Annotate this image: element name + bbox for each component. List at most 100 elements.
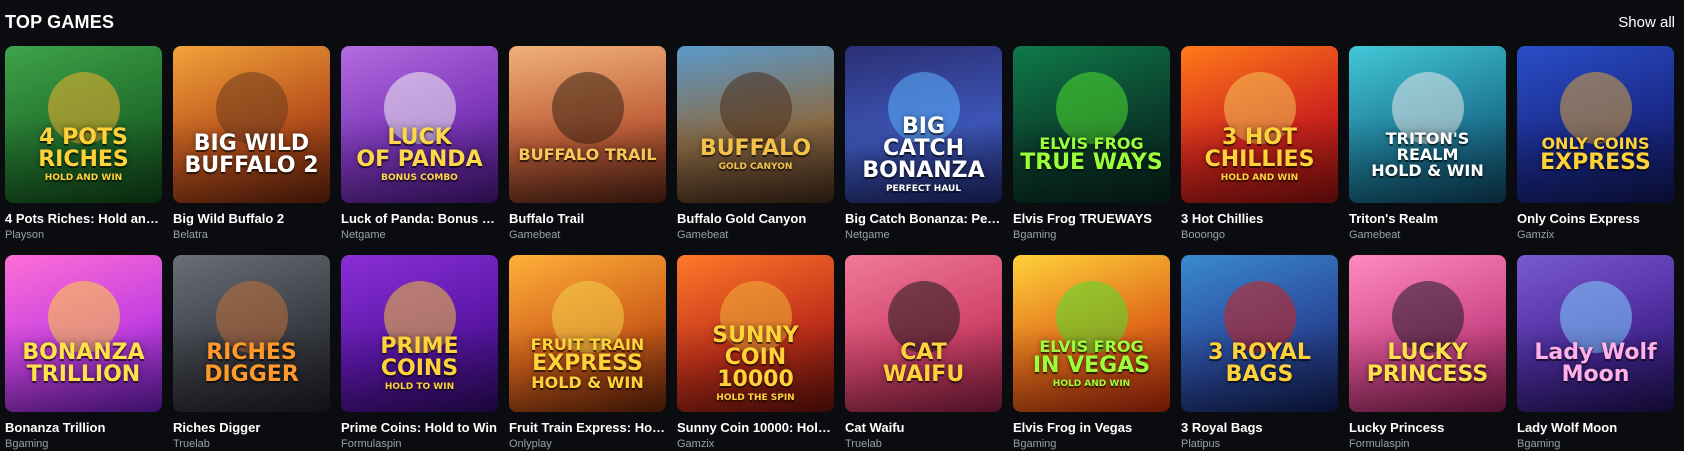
game-card[interactable]: BIG WILD BUFFALO 2 Big Wild Buffalo 2 Belat… — [173, 46, 330, 241]
game-provider: Netgame — [845, 229, 890, 241]
game-title[interactable]: Big Catch Bonanza: Perfect Haul — [845, 211, 1002, 226]
game-card[interactable]: BUFFALO TRAIL Buffalo Trail Gamebeat — [509, 46, 666, 241]
game-thumbnail[interactable]: CAT WAIFU — [845, 255, 1002, 412]
game-thumbnail[interactable]: ONLY COINS EXPRESS — [1517, 46, 1674, 203]
game-logo-text: RICHES DIGGER — [198, 341, 305, 386]
game-title[interactable]: Sunny Coin 10000: Hold The Spin — [677, 420, 834, 435]
game-title[interactable]: Prime Coins: Hold to Win — [341, 420, 498, 435]
game-logo-line: HOLD AND WIN — [44, 172, 123, 183]
game-logo-line: CATCH — [882, 135, 965, 161]
game-logo-line: BAGS — [1225, 361, 1294, 387]
game-card[interactable]: CAT WAIFU Cat Waifu Truelab — [845, 255, 1002, 450]
game-thumbnail[interactable]: SUNNY COIN 10000 HOLD THE SPIN — [677, 255, 834, 412]
game-logo-text: 3 ROYAL BAGS — [1202, 339, 1317, 387]
game-card[interactable]: 3 ROYAL BAGS 3 Royal Bags Platipus — [1181, 255, 1338, 450]
game-provider: Truelab — [845, 438, 882, 450]
game-title[interactable]: Elvis Frog in Vegas — [1013, 420, 1170, 435]
game-logo-text: Lady Wolf Moon — [1528, 341, 1662, 387]
game-thumbnail[interactable]: TRITON'S REALM HOLD & WIN — [1349, 46, 1506, 203]
game-title[interactable]: Triton's Realm — [1349, 211, 1506, 226]
game-logo-line: BONUS COMBO — [381, 172, 458, 183]
game-card[interactable]: Lady Wolf Moon Lady Wolf Moon Bgaming — [1517, 255, 1674, 450]
game-provider: Belatra — [173, 229, 208, 241]
game-card[interactable]: LUCK OF PANDA BONUS COMBO Luck of Panda: Bo… — [341, 46, 498, 241]
game-card[interactable]: ELVIS FROG IN VEGAS HOLD AND WIN Elvis Frog… — [1013, 255, 1170, 450]
game-logo-line: Moon — [1561, 361, 1630, 387]
show-all-link[interactable]: Show all — [1618, 14, 1675, 31]
game-logo-text: CAT WAIFU — [877, 341, 970, 387]
game-logo-text: BIG CATCH BONANZA PERFECT HAUL — [856, 113, 990, 194]
game-logo-line: TRITON'S REALM — [1385, 128, 1470, 164]
game-title[interactable]: 4 Pots Riches: Hold and Win — [5, 211, 162, 226]
game-card[interactable]: BONANZA TRILLION Bonanza Trillion Bgaming — [5, 255, 162, 450]
game-title[interactable]: 3 Hot Chillies — [1181, 211, 1338, 226]
game-thumbnail[interactable]: LUCKY PRINCESS — [1349, 255, 1506, 412]
game-logo-text: ELVIS FROG IN VEGAS HOLD AND WIN — [1027, 338, 1156, 389]
game-logo-line: HOLD & WIN — [1371, 160, 1484, 180]
section-title: TOP GAMES — [5, 11, 115, 32]
game-title[interactable]: Cat Waifu — [845, 420, 1002, 435]
game-card[interactable]: FRUIT TRAIN EXPRESS HOLD & WIN Fruit Train … — [509, 255, 666, 450]
game-logo-line: OF PANDA — [356, 146, 483, 172]
section-header: TOP GAMES Show all — [5, 10, 1675, 34]
game-thumbnail[interactable]: ELVIS FROG IN VEGAS HOLD AND WIN — [1013, 255, 1170, 412]
game-provider: Bgaming — [1013, 229, 1057, 241]
game-thumbnail[interactable]: ELVIS FROG TRUE WAYS — [1013, 46, 1170, 203]
game-thumbnail[interactable]: RICHES DIGGER — [173, 255, 330, 412]
game-title[interactable]: Fruit Train Express: Hold & Win — [509, 420, 666, 435]
game-logo-line: 10000 — [717, 366, 794, 392]
game-grid: 4 POTS RICHES HOLD AND WIN 4 Pots Riches: H… — [5, 46, 1674, 450]
game-card[interactable]: BIG CATCH BONANZA PERFECT HAUL Big Catch Bon… — [845, 46, 1002, 241]
game-logo-text: FRUIT TRAIN EXPRESS HOLD & WIN — [525, 336, 651, 391]
game-logo-text: 4 POTS RICHES HOLD AND WIN — [32, 126, 135, 183]
game-thumbnail[interactable]: FRUIT TRAIN EXPRESS HOLD & WIN — [509, 255, 666, 412]
game-title[interactable]: Lucky Princess — [1349, 420, 1506, 435]
game-card[interactable]: TRITON'S REALM HOLD & WIN Triton's Realm Ga… — [1349, 46, 1506, 241]
game-logo-line: 3 ROYAL — [1208, 339, 1311, 365]
game-title[interactable]: Lady Wolf Moon — [1517, 420, 1674, 435]
game-thumbnail[interactable]: Lady Wolf Moon — [1517, 255, 1674, 412]
game-thumbnail[interactable]: BIG CATCH BONANZA PERFECT HAUL — [845, 46, 1002, 203]
game-card[interactable]: BUFFALO GOLD CANYON Buffalo Gold Canyon Gam… — [677, 46, 834, 241]
game-card[interactable]: LUCKY PRINCESS Lucky Princess Formulaspin — [1349, 255, 1506, 450]
game-logo-line: IN VEGAS — [1032, 352, 1151, 378]
game-thumbnail[interactable]: PRIME COINS HOLD TO WIN — [341, 255, 498, 412]
game-logo-text: TRITON'S REALM HOLD & WIN — [1349, 128, 1506, 180]
game-card[interactable]: PRIME COINS HOLD TO WIN Prime Coins: Hold t… — [341, 255, 498, 450]
game-title[interactable]: Elvis Frog TRUEWAYS — [1013, 211, 1170, 226]
game-card[interactable]: 4 POTS RICHES HOLD AND WIN 4 Pots Riches: H… — [5, 46, 162, 241]
game-title[interactable]: 3 Royal Bags — [1181, 420, 1338, 435]
game-card[interactable]: 3 HOT CHILLIES HOLD AND WIN 3 Hot Chillies B… — [1181, 46, 1338, 241]
game-logo-line: HOLD TO WIN — [384, 381, 455, 392]
game-title[interactable]: Buffalo Trail — [509, 211, 666, 226]
game-card[interactable]: SUNNY COIN 10000 HOLD THE SPIN Sunny Coin 10… — [677, 255, 834, 450]
game-logo-line: HOLD AND WIN — [1220, 172, 1299, 183]
game-thumbnail[interactable]: 3 HOT CHILLIES HOLD AND WIN — [1181, 46, 1338, 203]
game-thumbnail[interactable]: 3 ROYAL BAGS — [1181, 255, 1338, 412]
game-logo-text: BONANZA TRILLION — [16, 341, 150, 386]
game-title[interactable]: Luck of Panda: Bonus Combo — [341, 211, 498, 226]
game-logo-line: SUNNY — [712, 322, 799, 348]
game-title[interactable]: Only Coins Express — [1517, 211, 1674, 226]
game-thumbnail[interactable]: BUFFALO TRAIL — [509, 46, 666, 203]
game-logo-line: 3 HOT — [1221, 124, 1298, 150]
game-card[interactable]: ELVIS FROG TRUE WAYS Elvis Frog TRUEWAYS Bg… — [1013, 46, 1170, 241]
game-logo-line: WAIFU — [882, 361, 965, 387]
game-title[interactable]: Bonanza Trillion — [5, 420, 162, 435]
game-provider: Formulaspin — [1349, 438, 1410, 450]
game-thumbnail[interactable]: BONANZA TRILLION — [5, 255, 162, 412]
game-logo-line: HOLD AND WIN — [1052, 378, 1131, 389]
game-logo-line: BIG — [901, 113, 945, 139]
game-provider: Netgame — [341, 229, 386, 241]
game-thumbnail[interactable]: 4 POTS RICHES HOLD AND WIN — [5, 46, 162, 203]
game-title[interactable]: Big Wild Buffalo 2 — [173, 211, 330, 226]
game-logo-line: PRIME — [380, 333, 459, 359]
game-title[interactable]: Buffalo Gold Canyon — [677, 211, 834, 226]
game-card[interactable]: RICHES DIGGER Riches Digger Truelab — [173, 255, 330, 450]
game-thumbnail[interactable]: LUCK OF PANDA BONUS COMBO — [341, 46, 498, 203]
game-title[interactable]: Riches Digger — [173, 420, 330, 435]
game-thumbnail[interactable]: BIG WILD BUFFALO 2 — [173, 46, 330, 203]
game-thumbnail[interactable]: BUFFALO GOLD CANYON — [677, 46, 834, 203]
game-card[interactable]: ONLY COINS EXPRESS Only Coins Express Gamzi… — [1517, 46, 1674, 241]
game-logo-line: COINS — [380, 355, 459, 381]
